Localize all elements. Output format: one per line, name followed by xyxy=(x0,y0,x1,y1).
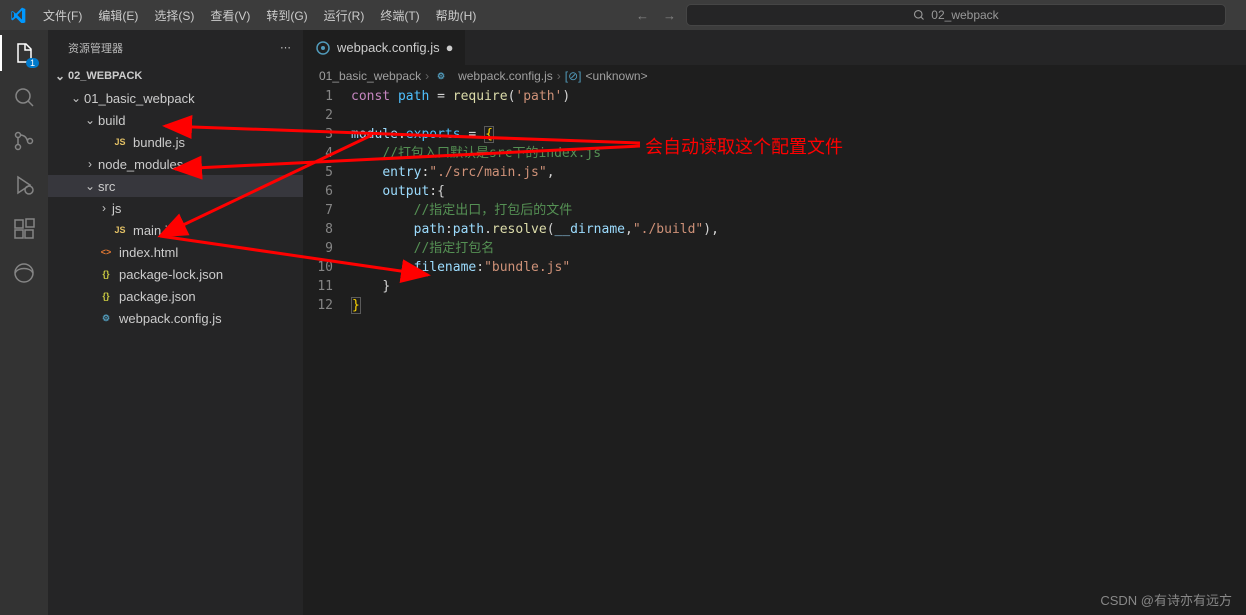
title-bar: 文件(F)编辑(E)选择(S)查看(V)转到(G)运行(R)终端(T)帮助(H)… xyxy=(0,0,1246,30)
nav-forward-icon[interactable]: → xyxy=(663,8,676,23)
twisty-icon: ⌄ xyxy=(68,91,84,105)
twisty-icon: › xyxy=(96,201,112,215)
tree-folder[interactable]: ⌄01_basic_webpack xyxy=(48,87,303,109)
menu-item[interactable]: 查看(V) xyxy=(202,7,258,24)
breadcrumb-item[interactable]: webpack.config.js xyxy=(458,69,553,83)
tree-label: package-lock.json xyxy=(119,267,223,282)
extensions-icon[interactable] xyxy=(11,216,37,242)
twisty-icon: › xyxy=(82,157,98,171)
menu-item[interactable]: 编辑(E) xyxy=(90,7,146,24)
editor-tabs: webpack.config.js ● xyxy=(303,30,1246,65)
sidebar-header: 资源管理器 ⋯ xyxy=(48,30,303,65)
gear-icon: ⚙ xyxy=(433,68,449,84)
dirty-indicator-icon: ● xyxy=(446,40,454,55)
code-editor[interactable]: 123456789101112 const path = require('pa… xyxy=(303,87,1246,315)
tree-label: build xyxy=(98,113,125,128)
tree-file[interactable]: <> index.html xyxy=(48,241,303,263)
tree-folder[interactable]: ⌄src xyxy=(48,175,303,197)
editor-tab[interactable]: webpack.config.js ● xyxy=(303,30,466,65)
breadcrumb-item[interactable]: 01_basic_webpack xyxy=(319,69,421,83)
tree-file[interactable]: {} package-lock.json xyxy=(48,263,303,285)
json-file-icon: {} xyxy=(98,266,114,282)
tree-label: main.js xyxy=(133,223,174,238)
search-icon[interactable] xyxy=(11,84,37,110)
breadcrumb[interactable]: 01_basic_webpack›⚙webpack.config.js›[⊘]<… xyxy=(303,65,1246,87)
edge-icon[interactable] xyxy=(11,260,37,286)
json-file-icon: {} xyxy=(98,288,114,304)
js-file-icon: JS xyxy=(112,222,128,238)
source-control-icon[interactable] xyxy=(11,128,37,154)
tree-file[interactable]: ⚙ webpack.config.js xyxy=(48,307,303,329)
tree-label: 01_basic_webpack xyxy=(84,91,195,106)
tree-label: webpack.config.js xyxy=(119,311,222,326)
activity-bar: 1 xyxy=(0,30,48,615)
tree-label: js xyxy=(112,201,121,216)
vscode-logo-icon xyxy=(0,7,35,23)
activity-badge: 1 xyxy=(26,58,39,68)
tree-label: src xyxy=(98,179,115,194)
command-center[interactable]: 02_webpack xyxy=(686,4,1226,26)
explorer-icon[interactable]: 1 xyxy=(11,40,37,66)
tab-label: webpack.config.js xyxy=(337,40,440,55)
more-icon[interactable]: ⋯ xyxy=(280,41,291,54)
sidebar-title: 资源管理器 xyxy=(68,40,123,56)
menu-item[interactable]: 文件(F) xyxy=(35,7,90,24)
nav-back-icon[interactable]: ← xyxy=(636,8,649,23)
run-debug-icon[interactable] xyxy=(11,172,37,198)
menu-item[interactable]: 终端(T) xyxy=(372,7,427,24)
tree-file[interactable]: JS main.js xyxy=(48,219,303,241)
html-file-icon: <> xyxy=(98,244,114,260)
tree-file[interactable]: {} package.json xyxy=(48,285,303,307)
tree-folder[interactable]: ›js xyxy=(48,197,303,219)
command-center-text: 02_webpack xyxy=(931,8,998,22)
menu-item[interactable]: 选择(S) xyxy=(146,7,202,24)
line-gutter: 123456789101112 xyxy=(303,87,351,315)
tree-label: index.html xyxy=(119,245,178,260)
twisty-icon: ⌄ xyxy=(82,113,98,127)
editor-area: webpack.config.js ● 01_basic_webpack›⚙we… xyxy=(303,30,1246,615)
tree-folder[interactable]: ⌄build xyxy=(48,109,303,131)
file-tree: ⌄02_WEBPACK ⌄01_basic_webpack⌄buildJSbun… xyxy=(48,65,303,615)
menu-item[interactable]: 转到(G) xyxy=(258,7,315,24)
tree-label: node_modules xyxy=(98,157,183,172)
tree-folder[interactable]: ›node_modules xyxy=(48,153,303,175)
gear-icon: ⚙ xyxy=(98,310,114,326)
code-content[interactable]: const path = require('path')module.expor… xyxy=(351,87,719,315)
nav-arrows: ← → xyxy=(636,8,676,23)
menu-item[interactable]: 帮助(H) xyxy=(428,7,485,24)
brackets-icon: [⊘] xyxy=(565,69,582,83)
watermark: CSDN @有诗亦有远方 xyxy=(1100,590,1232,609)
menu-item[interactable]: 运行(R) xyxy=(316,7,373,24)
breadcrumb-item[interactable]: <unknown> xyxy=(586,69,648,83)
tree-file[interactable]: JS bundle.js xyxy=(48,131,303,153)
js-file-icon: JS xyxy=(112,134,128,150)
sidebar: 资源管理器 ⋯ ⌄02_WEBPACK ⌄01_basic_webpack⌄bu… xyxy=(48,30,303,615)
main-menu: 文件(F)编辑(E)选择(S)查看(V)转到(G)运行(R)终端(T)帮助(H) xyxy=(35,7,484,24)
tree-label: package.json xyxy=(119,289,196,304)
tree-label: bundle.js xyxy=(133,135,185,150)
tree-root[interactable]: ⌄02_WEBPACK xyxy=(48,65,303,87)
twisty-icon: ⌄ xyxy=(82,179,98,193)
